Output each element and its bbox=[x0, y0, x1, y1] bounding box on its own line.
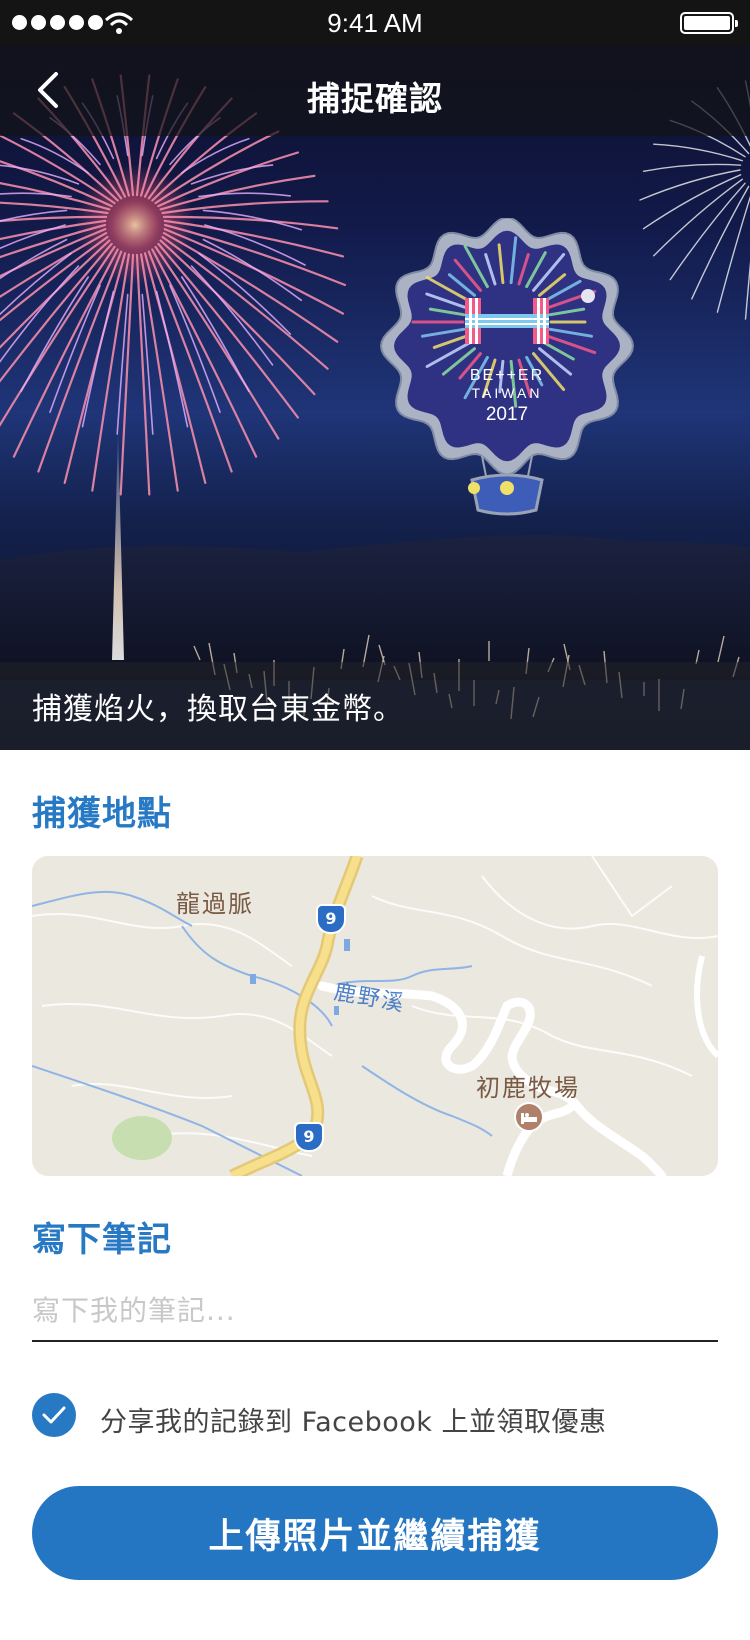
share-facebook-checkbox[interactable] bbox=[32, 1393, 76, 1437]
upload-continue-button[interactable]: 上傳照片並繼續捕獲 bbox=[32, 1486, 718, 1580]
share-facebook-label[interactable]: 分享我的記錄到 Facebook 上並領取優惠 bbox=[100, 1400, 607, 1439]
better-taiwan-badge: BE++ER TAIWAN 2017 bbox=[379, 218, 635, 516]
map-label-village: 龍過脈 bbox=[176, 890, 254, 918]
page-title: 捕捉確認 bbox=[307, 79, 443, 118]
note-input[interactable] bbox=[32, 1280, 718, 1342]
status-bar: 9:41 AM bbox=[0, 0, 750, 46]
lodging-icon bbox=[514, 1102, 544, 1132]
location-section-title: 捕獲地點 bbox=[32, 794, 172, 834]
capture-location-map[interactable]: 龍過脈 鹿野溪 初鹿牧場 9 9 bbox=[32, 856, 718, 1176]
hero-caption: 捕獲焰火，換取台東金幣。 bbox=[32, 692, 404, 727]
checkmark-icon bbox=[42, 1406, 66, 1424]
caption-bar: 捕獲焰火，換取台東金幣。 bbox=[0, 662, 750, 750]
badge-line-1: BE++ER bbox=[470, 367, 544, 384]
route-9-shield-top: 9 bbox=[316, 904, 346, 934]
navigation-bar: 捕捉確認 bbox=[0, 46, 750, 136]
badge-line-3: 2017 bbox=[486, 404, 528, 425]
map-label-ranch: 初鹿牧場 bbox=[476, 1074, 580, 1102]
status-time: 9:41 AM bbox=[327, 8, 423, 38]
badge-line-2: TAIWAN bbox=[472, 385, 543, 401]
battery-icon bbox=[680, 12, 738, 34]
map-roads bbox=[32, 856, 718, 1176]
notes-section-title: 寫下筆記 bbox=[32, 1220, 172, 1260]
route-9-shield-bottom: 9 bbox=[294, 1122, 324, 1152]
